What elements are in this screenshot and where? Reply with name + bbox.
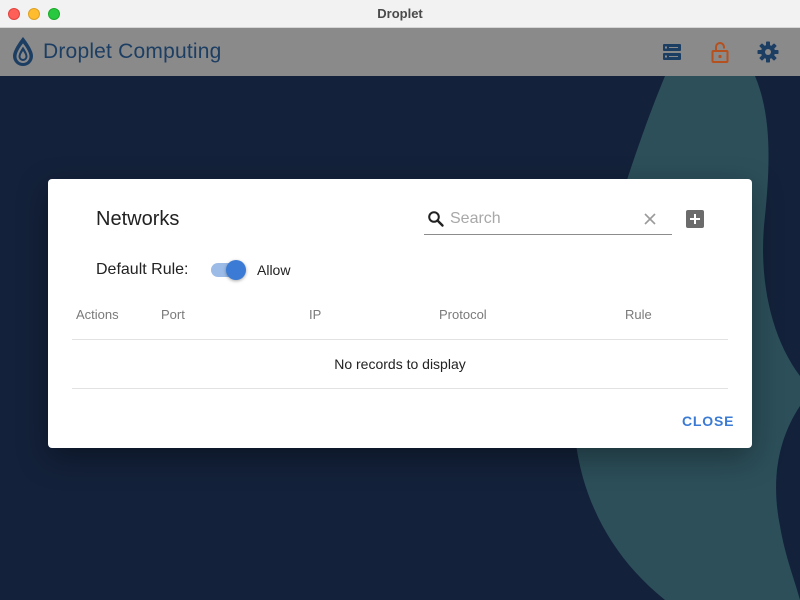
search-icon bbox=[428, 211, 444, 227]
toggle-thumb bbox=[226, 260, 246, 280]
brand-name: Droplet Computing bbox=[43, 40, 222, 63]
add-network-button[interactable] bbox=[686, 210, 704, 228]
default-rule-label: Default Rule: bbox=[96, 261, 189, 278]
window-title: Droplet bbox=[377, 6, 423, 21]
plus-icon bbox=[690, 214, 700, 224]
search-input[interactable] bbox=[450, 206, 640, 232]
column-header-actions[interactable]: Actions bbox=[76, 307, 119, 322]
unlocked-lock-icon[interactable] bbox=[708, 40, 732, 64]
table-footer-divider bbox=[72, 388, 728, 389]
app-header: Droplet Computing bbox=[0, 28, 800, 76]
column-header-rule[interactable]: Rule bbox=[625, 307, 652, 322]
dialog-title: Networks bbox=[96, 208, 180, 230]
clear-search-icon[interactable] bbox=[642, 211, 658, 227]
default-rule-toggle[interactable] bbox=[210, 260, 248, 280]
column-header-port[interactable]: Port bbox=[161, 307, 185, 322]
empty-table-message: No records to display bbox=[334, 356, 466, 372]
column-header-protocol[interactable]: Protocol bbox=[439, 307, 487, 322]
search-field bbox=[424, 203, 672, 235]
window-titlebar: Droplet bbox=[0, 0, 800, 28]
table-header-divider bbox=[72, 339, 728, 340]
gear-icon[interactable] bbox=[756, 40, 780, 64]
droplet-logo-icon bbox=[13, 37, 33, 66]
servers-icon[interactable] bbox=[660, 40, 684, 64]
brand: Droplet Computing bbox=[11, 36, 222, 68]
networks-dialog: Networks Default Rule: Allow Actions Por… bbox=[48, 179, 752, 448]
default-rule-value: Allow bbox=[257, 262, 291, 278]
close-button[interactable]: CLOSE bbox=[682, 413, 734, 429]
column-header-ip[interactable]: IP bbox=[309, 307, 321, 322]
